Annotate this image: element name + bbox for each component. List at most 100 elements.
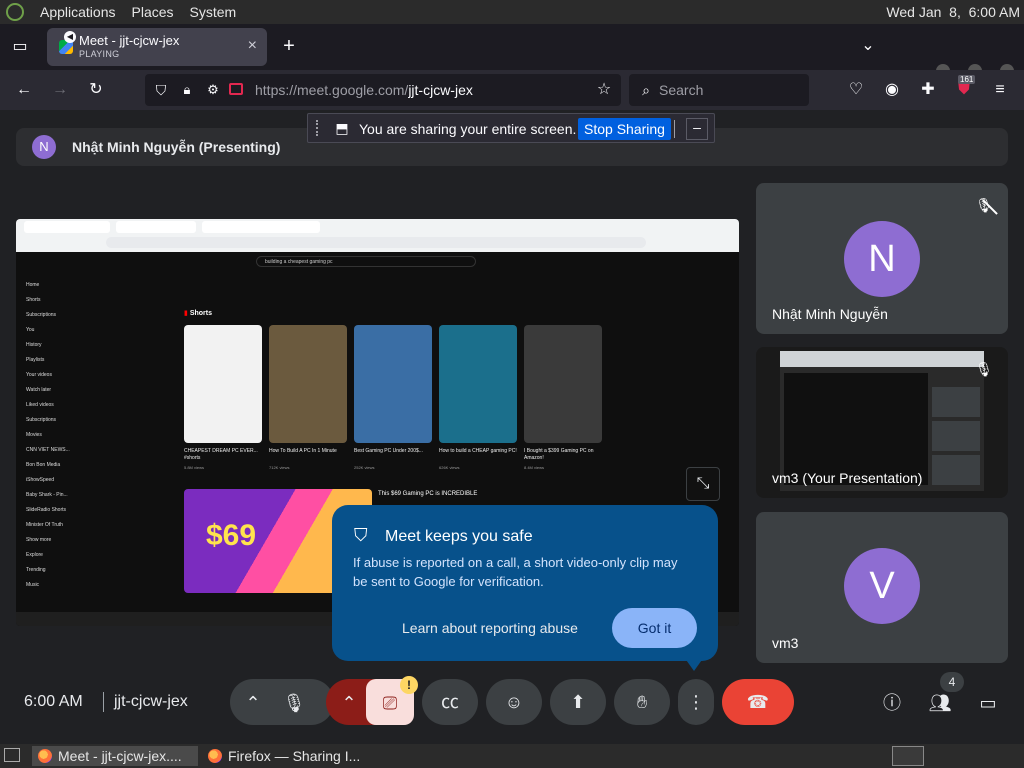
url-bar[interactable]: ⛉ 🔒︎ ⚙ https://meet.google.com/jjt-cjcw-… [145,74,621,106]
screen-share-indicator-icon[interactable] [229,83,243,95]
short-views: 8.4M views [524,465,545,470]
reload-icon[interactable]: ↻ [86,80,106,100]
raise-hand-button[interactable]: ✋︎ [614,679,670,725]
tab-close-icon[interactable]: × [248,37,257,55]
chat-icon[interactable]: ▭ [976,691,1000,715]
yt-sidebar-item: Movies [26,432,42,438]
participant-tile-presentation[interactable]: 🎙︎ vm3 (Your Presentation) [756,347,1008,498]
yt-sidebar-item: History [26,342,42,348]
lock-icon[interactable]: 🔒︎ [177,80,197,100]
video-options-icon[interactable]: ⌃ [337,691,361,715]
yt-sidebar-item: Music [26,582,40,588]
ublock-badge: 161 [958,75,976,84]
shared-tab [116,221,196,233]
drag-handle-icon[interactable] [316,120,318,136]
search-bar[interactable]: ⌕ Search [629,74,809,106]
yt-sidebar-item: You [26,327,35,333]
learn-reporting-link[interactable]: Learn about reporting abuse [402,620,578,636]
mic-off-icon: 🎙︎ [975,361,993,377]
info-icon[interactable]: ⓘ [880,691,904,715]
preview-content [784,373,928,485]
menu-hamburger-icon[interactable]: ≡ [990,80,1010,100]
emoji-icon: ☺ [504,692,524,712]
new-tab-icon[interactable]: + [279,36,299,56]
shared-tab [202,221,320,233]
bookmark-star-icon[interactable]: ☆ [594,80,614,100]
hand-icon: ✋︎ [636,692,648,712]
taskbar-item-firefox-sharing[interactable]: Firefox — Sharing I... [202,746,372,766]
forward-icon[interactable]: → [50,80,70,100]
more-vert-icon: ⋮ [687,692,705,712]
short-views: 252K views [354,465,375,470]
more-options-button[interactable]: ⋮ [678,679,714,725]
short-views: 712K views [269,465,290,470]
short-thumbnail [439,325,517,443]
participant-name: Nhật Minh Nguyễn [772,306,888,322]
panel-clock[interactable]: Wed Jan 8, 6:00 AM [886,4,1020,20]
minimize-button[interactable]: – [686,118,708,140]
yt-sidebar-item: Watch later [26,387,52,393]
speaker-icon[interactable]: ◀ [64,31,76,43]
tracking-shield-icon[interactable]: ⛉ [151,80,171,100]
got-it-button[interactable]: Got it [612,608,697,648]
yt-sidebar-item: Show more [26,537,52,543]
shield-icon: ⛉ [354,525,368,545]
menu-system[interactable]: System [190,4,237,20]
pocket-icon[interactable]: ♡ [846,80,866,100]
yt-sidebar-item: Subscriptions [26,312,57,318]
yt-sidebar-item: Subscriptions [26,417,57,423]
audio-options-icon[interactable]: ⌃ [241,691,265,715]
yt-sidebar-item: Minister Of Truth [26,522,63,528]
participant-name: vm3 (Your Presentation) [772,470,923,486]
search-icon: ⌕ [642,82,650,98]
short-title: Best Gaming PC Under 200$... [354,448,423,454]
yt-sidebar-item: Liked videos [26,402,54,408]
participant-tile-vm3[interactable]: V vm3 [756,512,1008,663]
gnome-foot-icon[interactable] [6,3,24,21]
extensions-icon[interactable]: ✚ [918,80,938,100]
yt-sidebar-item: SlideRadio Shorts [26,507,67,513]
video-title: This $69 Gaming PC is INCREDIBLE [378,491,478,497]
tab-overview-icon[interactable]: ▭ [10,37,30,57]
menu-applications[interactable]: Applications [40,4,116,20]
workspace-switcher[interactable] [892,746,924,766]
taskbar-item-meet[interactable]: Meet - jjt-cjcw-jex.... [32,746,198,766]
os-taskbar: Meet - jjt-cjcw-jex.... Firefox — Sharin… [0,744,1024,768]
participant-tile-nhat[interactable]: 🎙︎ N Nhật Minh Nguyễn [756,183,1008,334]
youtube-sidebar: Home Shorts Subscriptions You History Playlis… [16,252,102,612]
top-panel: Applications Places System Wed Jan 8, 6:… [0,0,1024,24]
participant-name: vm3 [772,635,799,651]
taskbar-item-label: Firefox — Sharing I... [228,748,361,764]
short-thumbnail [184,325,262,443]
captions-icon: ㏄ [441,692,459,712]
end-call-icon: ☎ [746,692,770,712]
show-desktop-icon[interactable] [4,748,20,762]
warning-badge: ! [400,676,418,694]
people-icon[interactable]: 👥︎ [928,691,952,715]
captions-button[interactable]: ㏄ [422,679,478,725]
yt-sidebar-item: iShowSpeed [26,477,55,483]
tab-meet[interactable]: ◀ Meet - jjt-cjcw-jex PLAYING × [47,28,267,66]
screen-share-icon: ⬒ [335,120,349,136]
firefox-icon [38,749,52,763]
permissions-icon[interactable]: ⚙ [203,80,223,100]
mic-icon[interactable]: 🎙︎ [282,691,306,715]
menu-places[interactable]: Places [132,4,174,20]
back-icon[interactable]: ← [14,80,34,100]
end-call-button[interactable]: ☎ [722,679,794,725]
short-title: How to build a CHEAP gaming PC! [439,448,517,454]
list-all-tabs-icon[interactable]: ⌄ [858,36,878,56]
meeting-time: 6:00 AM [24,693,83,710]
meet-safety-popup: ⛉ Meet keeps you safe If abuse is report… [332,505,718,671]
emoji-button[interactable]: ☺ [486,679,542,725]
firefox-icon [208,749,222,763]
preview-tile [932,421,980,451]
account-icon[interactable]: ◉ [882,80,902,100]
popup-body: If abuse is reported on a call, a short … [353,555,678,589]
stop-sharing-button[interactable]: Stop Sharing [578,118,671,140]
expand-icon[interactable]: ⤡ [686,467,720,501]
yt-sidebar-item: Trending [26,567,46,573]
yt-sidebar-item: Bon Bon Media [26,462,61,468]
present-button[interactable]: ⬆ [550,679,606,725]
short-thumbnail [354,325,432,443]
